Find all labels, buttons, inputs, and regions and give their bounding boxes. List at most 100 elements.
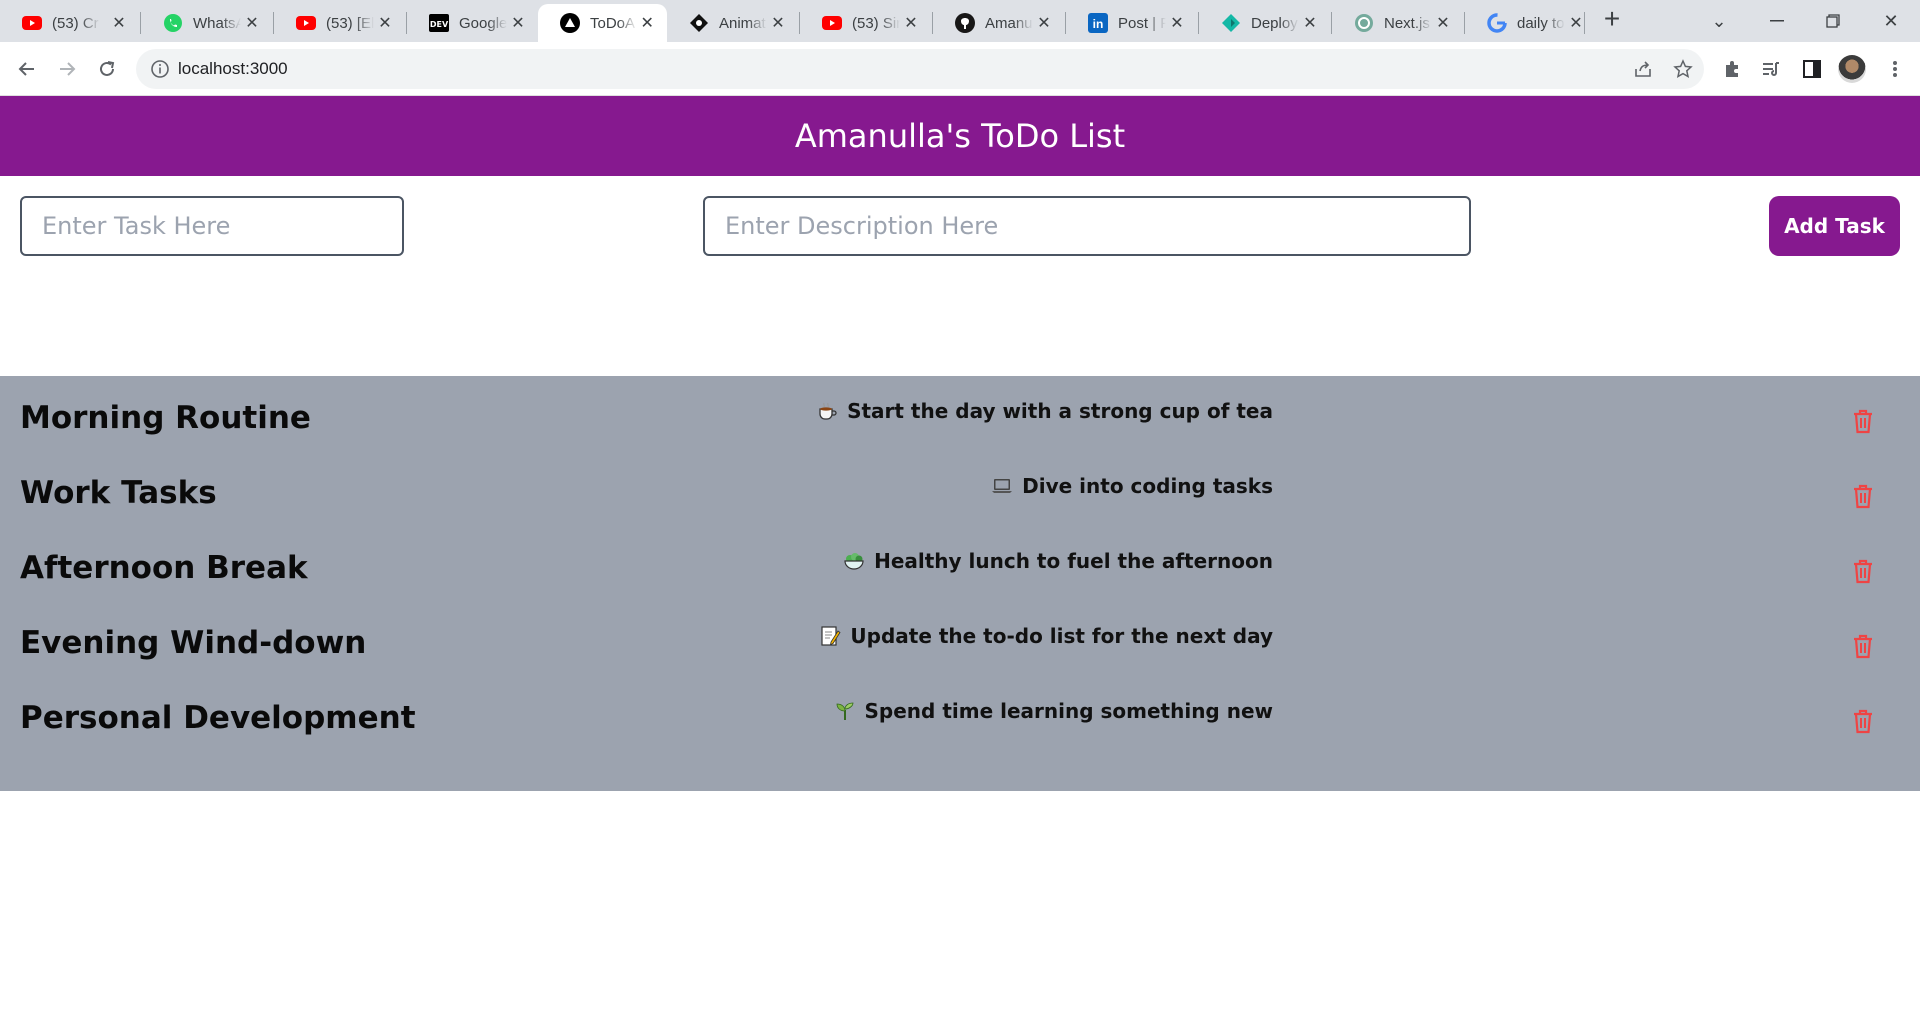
tab-title: WhatsA — [193, 14, 241, 32]
close-icon[interactable]: ✕ — [242, 13, 262, 33]
tab-deploy[interactable]: Deploy ✕ — [1199, 4, 1330, 42]
youtube-icon — [296, 13, 316, 33]
task-title: Personal Development — [20, 700, 416, 736]
tab-todoapp-active[interactable]: ToDoA ✕ — [538, 4, 667, 42]
seedling-icon — [833, 699, 857, 723]
delete-trash-icon[interactable] — [1851, 408, 1875, 434]
svg-text:DEV: DEV — [430, 20, 449, 29]
task-title: Morning Routine — [20, 400, 311, 436]
youtube-icon — [822, 13, 842, 33]
address-bar[interactable]: localhost:3000 — [136, 49, 1704, 89]
task-description-text: Spend time learning something new — [864, 699, 1273, 723]
linkedin-icon: in — [1088, 13, 1108, 33]
reload-button[interactable] — [92, 54, 122, 84]
tab-title: Next.js — [1384, 14, 1430, 32]
tab-title: Amanu — [985, 14, 1033, 32]
salad-bowl-icon — [842, 549, 866, 573]
tab-nextjs[interactable]: Next.js ✕ — [1332, 4, 1463, 42]
tab-github[interactable]: Amanu ✕ — [933, 4, 1064, 42]
restore-button[interactable] — [1818, 6, 1848, 36]
tab-whatsapp[interactable]: WhatsA ✕ — [141, 4, 272, 42]
back-button[interactable] — [12, 54, 42, 84]
aceternity-icon — [689, 13, 709, 33]
url-text[interactable]: localhost:3000 — [178, 59, 288, 79]
laptop-icon — [990, 474, 1014, 498]
task-description: Healthy lunch to fuel the afternoon — [842, 549, 1273, 573]
task-description: Update the to-do list for the next day — [818, 624, 1273, 648]
page-title: Amanulla's ToDo List — [794, 117, 1126, 155]
google-icon — [1487, 13, 1507, 33]
add-task-button[interactable]: Add Task — [1769, 196, 1900, 256]
star-icon[interactable] — [1672, 58, 1694, 80]
vercel-icon — [560, 13, 580, 33]
close-icon[interactable]: ✕ — [508, 13, 528, 33]
tab-title: ToDoA — [590, 14, 636, 32]
side-panel-icon[interactable] — [1797, 54, 1827, 84]
tab-linkedin[interactable]: in Post | F ✕ — [1066, 4, 1197, 42]
close-icon[interactable]: ✕ — [375, 13, 395, 33]
openai-icon — [1354, 13, 1374, 33]
tab-google-dev[interactable]: DEV Google ✕ — [407, 4, 538, 42]
svg-text:in: in — [1093, 17, 1104, 31]
forward-button[interactable] — [52, 54, 82, 84]
tab-title: Google — [459, 14, 507, 32]
list-item: Afternoon Break Healthy lunch to fuel th… — [0, 526, 1920, 601]
task-title: Work Tasks — [20, 475, 217, 511]
youtube-icon — [22, 13, 42, 33]
tab-title: (53) [El — [326, 14, 374, 32]
list-item: Morning Routine Start the day with a str… — [0, 376, 1920, 451]
delete-trash-icon[interactable] — [1851, 633, 1875, 659]
tab-search-chevron-icon[interactable]: ⌄ — [1704, 6, 1734, 36]
browser-toolbar: localhost:3000 — [0, 42, 1920, 96]
task-list: Morning Routine Start the day with a str… — [0, 376, 1920, 791]
task-description: Dive into coding tasks — [990, 474, 1273, 498]
close-icon[interactable]: ✕ — [1300, 13, 1320, 33]
tea-cup-icon — [815, 399, 839, 423]
tab-title: daily to — [1517, 14, 1565, 32]
menu-dots-icon[interactable] — [1880, 54, 1910, 84]
deploy-icon — [1221, 13, 1241, 33]
whatsapp-icon — [163, 13, 183, 33]
tab-strip: (53) Cr ✕ WhatsA ✕ (53) [El ✕ DEV Google… — [0, 0, 1920, 42]
task-description-text: Healthy lunch to fuel the afternoon — [874, 549, 1273, 573]
close-icon[interactable]: ✕ — [1566, 13, 1586, 33]
delete-trash-icon[interactable] — [1851, 708, 1875, 734]
reading-list-icon[interactable] — [1756, 54, 1786, 84]
task-description: Start the day with a strong cup of tea — [815, 399, 1273, 423]
tab-youtube-1[interactable]: (53) Cr ✕ — [0, 4, 139, 42]
info-icon[interactable] — [150, 59, 170, 79]
close-icon[interactable]: ✕ — [1433, 13, 1453, 33]
close-window-button[interactable]: ✕ — [1876, 6, 1906, 36]
tab-youtube-3[interactable]: (53) Sir ✕ — [800, 4, 931, 42]
minimize-button[interactable] — [1762, 6, 1792, 36]
close-icon[interactable]: ✕ — [637, 13, 657, 33]
tab-title: Animat — [719, 14, 766, 32]
profile-avatar[interactable] — [1838, 55, 1866, 83]
list-item: Work Tasks Dive into coding tasks — [0, 451, 1920, 526]
tab-animate[interactable]: Animat ✕ — [667, 4, 798, 42]
close-icon[interactable]: ✕ — [768, 13, 788, 33]
tab-title: (53) Sir — [852, 14, 900, 32]
extensions-icon[interactable] — [1717, 54, 1747, 84]
list-item: Personal Development Spend time learning… — [0, 676, 1920, 751]
app-header: Amanulla's ToDo List — [0, 96, 1920, 176]
delete-trash-icon[interactable] — [1851, 558, 1875, 584]
list-item: Evening Wind-down Update the to-do list … — [0, 601, 1920, 676]
share-icon[interactable] — [1632, 58, 1654, 80]
tab-title: (53) Cr — [52, 14, 99, 32]
task-description: Spend time learning something new — [833, 699, 1273, 723]
close-icon[interactable]: ✕ — [1167, 13, 1187, 33]
close-icon[interactable]: ✕ — [1034, 13, 1054, 33]
description-input[interactable] — [703, 196, 1471, 256]
task-title: Afternoon Break — [20, 550, 308, 586]
memo-icon — [818, 624, 842, 648]
new-tab-button[interactable]: + — [1598, 5, 1626, 34]
close-icon[interactable]: ✕ — [109, 13, 129, 33]
task-description-text: Dive into coding tasks — [1022, 474, 1273, 498]
tab-google-search[interactable]: daily to ✕ — [1465, 4, 1596, 42]
delete-trash-icon[interactable] — [1851, 483, 1875, 509]
task-input[interactable] — [20, 196, 404, 256]
task-description-text: Update the to-do list for the next day — [850, 624, 1273, 648]
tab-youtube-2[interactable]: (53) [El ✕ — [274, 4, 405, 42]
close-icon[interactable]: ✕ — [901, 13, 921, 33]
